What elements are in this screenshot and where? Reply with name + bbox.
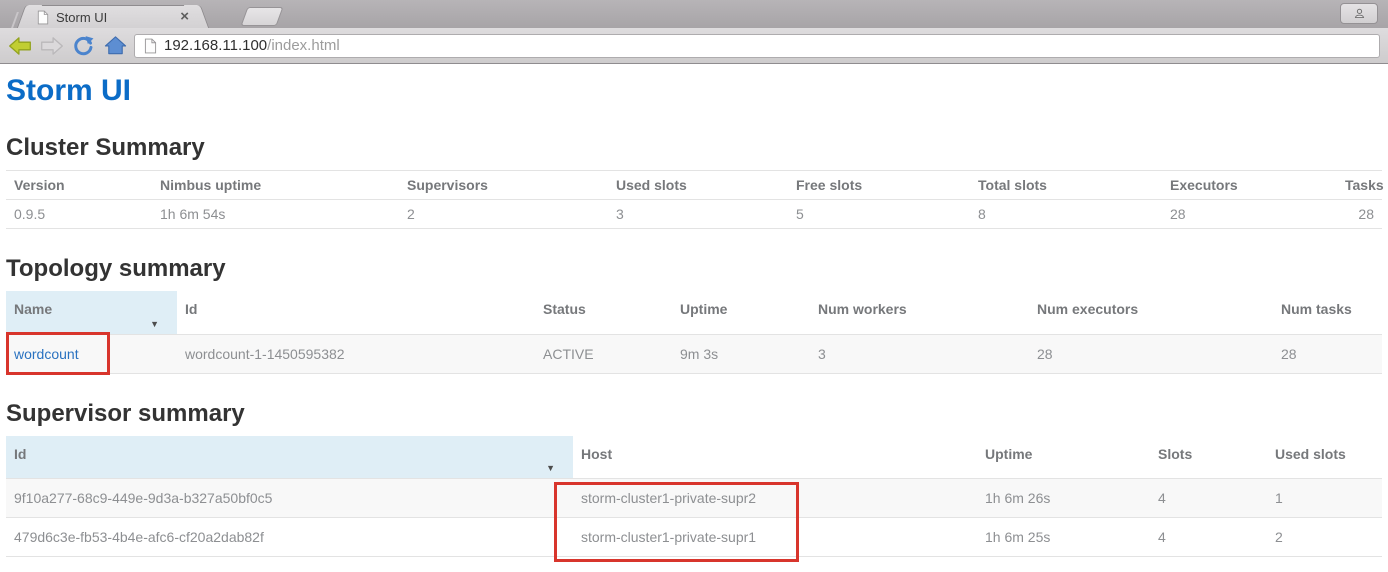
cell-supervisor-id: 479d6c3e-fb53-4b4e-afc6-cf20a2dab82f bbox=[6, 518, 573, 557]
table-row: wordcount wordcount-1-1450595382 ACTIVE … bbox=[6, 334, 1382, 373]
table-row: 0.9.5 1h 6m 54s 2 3 5 8 28 28 bbox=[6, 200, 1382, 229]
cell-status: ACTIVE bbox=[535, 334, 672, 373]
cell-slots: 4 bbox=[1150, 518, 1267, 557]
cell-uptime: 1h 6m 26s bbox=[977, 479, 1150, 518]
cell-version: 0.9.5 bbox=[6, 200, 152, 229]
home-button[interactable] bbox=[102, 32, 129, 59]
col-num-executors[interactable]: Num executors bbox=[1029, 291, 1273, 334]
table-row: 479d6c3e-fb53-4b4e-afc6-cf20a2dab82f sto… bbox=[6, 518, 1382, 557]
cell-num-workers: 3 bbox=[810, 334, 1029, 373]
cluster-summary-table: Version Nimbus uptime Supervisors Used s… bbox=[6, 170, 1382, 229]
person-icon bbox=[1352, 6, 1367, 21]
sort-desc-icon: ▼ bbox=[546, 463, 555, 473]
storm-ui-page: Storm UI Cluster Summary Version Nimbus … bbox=[0, 74, 1388, 557]
col-total-slots: Total slots bbox=[970, 171, 1162, 200]
cell-uptime: 1h 6m 25s bbox=[977, 518, 1150, 557]
table-row: 9f10a277-68c9-449e-9d3a-b327a50bf0c5 sto… bbox=[6, 479, 1382, 518]
cell-num-executors: 28 bbox=[1029, 334, 1273, 373]
col-num-tasks[interactable]: Num tasks bbox=[1273, 291, 1382, 334]
topology-summary-heading: Topology summary bbox=[6, 255, 1382, 283]
cell-total-slots: 8 bbox=[970, 200, 1162, 229]
back-arrow-icon bbox=[7, 33, 33, 59]
cell-tasks: 28 bbox=[1337, 200, 1382, 229]
col-id[interactable]: Id bbox=[177, 291, 535, 334]
cell-slots: 4 bbox=[1150, 479, 1267, 518]
cell-executors: 28 bbox=[1162, 200, 1337, 229]
supervisor-summary-heading: Supervisor summary bbox=[6, 400, 1382, 428]
new-tab-button[interactable] bbox=[241, 7, 284, 26]
cluster-summary-heading: Cluster Summary bbox=[6, 134, 1382, 162]
tab-title: Storm UI bbox=[56, 10, 173, 25]
forward-arrow-icon bbox=[39, 33, 65, 59]
cell-used-slots: 2 bbox=[1267, 518, 1382, 557]
table-header-row: Name ▼ Id Status Uptime Num workers Num … bbox=[6, 291, 1382, 334]
cell-supervisor-id: 9f10a277-68c9-449e-9d3a-b327a50bf0c5 bbox=[6, 479, 573, 518]
sort-desc-icon: ▼ bbox=[150, 319, 159, 329]
cell-used-slots: 1 bbox=[1267, 479, 1382, 518]
table-header-row: Id ▼ Host Uptime Slots Used slots bbox=[6, 436, 1382, 479]
topology-link-wordcount[interactable]: wordcount bbox=[14, 346, 79, 362]
col-tasks: Tasks bbox=[1337, 171, 1382, 200]
col-name-sorted[interactable]: Name ▼ bbox=[6, 291, 177, 334]
cell-host: storm-cluster1-private-supr2 bbox=[573, 479, 977, 518]
browser-tab-strip: Storm UI × bbox=[0, 0, 1388, 28]
url-doc-icon bbox=[144, 38, 157, 54]
home-icon bbox=[104, 34, 127, 57]
col-version: Version bbox=[6, 171, 152, 200]
url-host: 192.168.11.100 bbox=[164, 37, 267, 54]
col-executors: Executors bbox=[1162, 171, 1337, 200]
forward-button[interactable] bbox=[38, 32, 65, 59]
col-nimbus-uptime: Nimbus uptime bbox=[152, 171, 399, 200]
col-free-slots: Free slots bbox=[788, 171, 970, 200]
cell-uptime: 9m 3s bbox=[672, 334, 810, 373]
cell-free-slots: 5 bbox=[788, 200, 970, 229]
cell-host: storm-cluster1-private-supr1 bbox=[573, 518, 977, 557]
col-uptime[interactable]: Uptime bbox=[977, 436, 1150, 479]
cell-num-tasks: 28 bbox=[1273, 334, 1382, 373]
col-host[interactable]: Host bbox=[573, 436, 977, 479]
col-supervisors: Supervisors bbox=[399, 171, 608, 200]
col-num-workers[interactable]: Num workers bbox=[810, 291, 1029, 334]
col-used-slots: Used slots bbox=[608, 171, 788, 200]
back-button[interactable] bbox=[6, 32, 33, 59]
page-doc-icon bbox=[37, 10, 49, 25]
tab-storm-ui[interactable]: Storm UI × bbox=[28, 5, 198, 28]
col-used-slots[interactable]: Used slots bbox=[1267, 436, 1382, 479]
url-path: /index.html bbox=[267, 37, 340, 54]
cell-used-slots: 3 bbox=[608, 200, 788, 229]
table-header-row: Version Nimbus uptime Supervisors Used s… bbox=[6, 171, 1382, 200]
page-title[interactable]: Storm UI bbox=[6, 74, 1382, 108]
cell-supervisors: 2 bbox=[399, 200, 608, 229]
col-slots[interactable]: Slots bbox=[1150, 436, 1267, 479]
tab-stub bbox=[0, 12, 19, 28]
col-id-sorted[interactable]: Id ▼ bbox=[6, 436, 573, 479]
profile-button[interactable] bbox=[1340, 3, 1378, 24]
reload-icon bbox=[72, 34, 95, 57]
tab-close-icon[interactable]: × bbox=[180, 10, 189, 24]
col-uptime[interactable]: Uptime bbox=[672, 291, 810, 334]
browser-toolbar: 192.168.11.100/index.html bbox=[0, 28, 1388, 64]
supervisor-summary-table: Id ▼ Host Uptime Slots Used slots 9f10a2… bbox=[6, 436, 1382, 558]
reload-button[interactable] bbox=[70, 32, 97, 59]
topology-summary-table: Name ▼ Id Status Uptime Num workers Num … bbox=[6, 291, 1382, 374]
cell-nimbus-uptime: 1h 6m 54s bbox=[152, 200, 399, 229]
cell-topology-id: wordcount-1-1450595382 bbox=[177, 334, 535, 373]
col-status[interactable]: Status bbox=[535, 291, 672, 334]
cell-topology-name: wordcount bbox=[6, 334, 177, 373]
address-bar[interactable]: 192.168.11.100/index.html bbox=[134, 34, 1380, 58]
